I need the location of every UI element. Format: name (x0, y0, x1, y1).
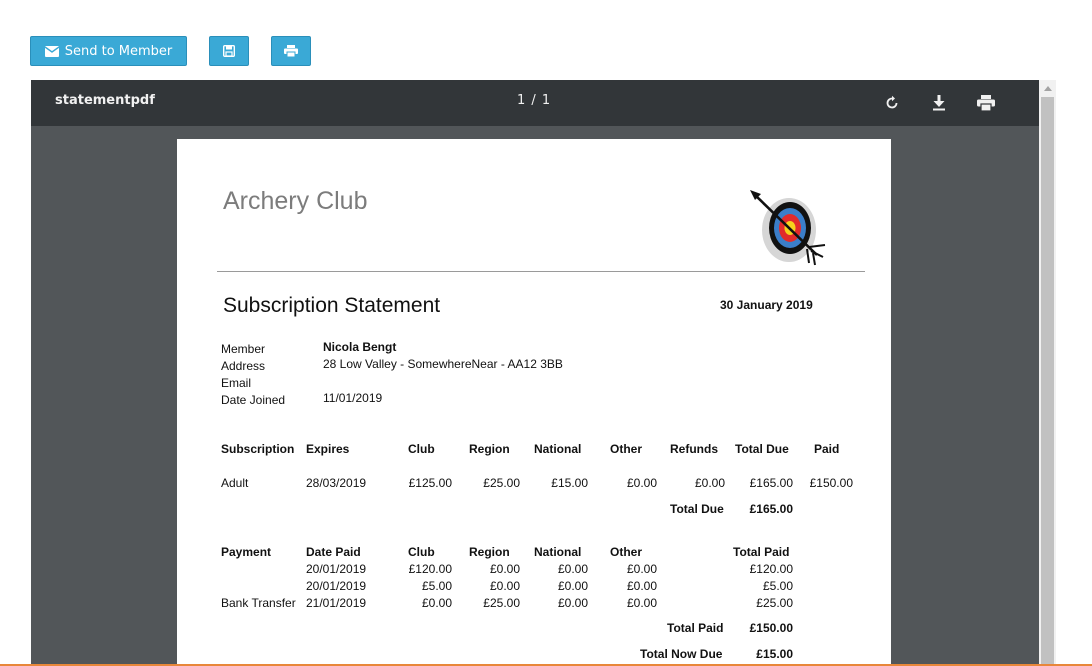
sub-header-other: Other (610, 442, 643, 456)
pay-cell-region: £25.00 (483, 596, 520, 610)
archery-target-logo-icon (747, 187, 829, 267)
statement-title: Subscription Statement (223, 294, 441, 317)
rotate-icon[interactable] (881, 92, 903, 114)
send-to-member-button[interactable]: Send to Member (30, 36, 187, 66)
sub-header-expires: Expires (306, 442, 350, 456)
scroll-up-arrow-icon[interactable] (1039, 80, 1056, 97)
pay-cell-other: £0.00 (626, 596, 657, 610)
total-now-due-value: £15.00 (756, 647, 793, 661)
pay-cell-date: 21/01/2019 (306, 596, 367, 610)
pay-cell-other: £0.00 (626, 562, 657, 576)
pay-header-other: Other (610, 545, 643, 559)
save-button[interactable] (209, 36, 249, 66)
pay-header-payment: Payment (221, 545, 272, 559)
sub-header-paid: Paid (814, 442, 840, 456)
pay-cell-other: £0.00 (626, 579, 657, 593)
pay-cell-club: £5.00 (421, 579, 452, 593)
member-label: Member (221, 342, 266, 356)
total-now-due-label: Total Now Due (640, 647, 723, 661)
total-paid-value: £150.00 (749, 621, 793, 635)
pay-header-national: National (534, 545, 582, 559)
pay-header-date-paid: Date Paid (306, 545, 361, 559)
statement-date: 30 January 2019 (720, 298, 813, 312)
date-joined-label: Date Joined (221, 393, 286, 407)
pdf-title: statementpdf (55, 93, 155, 108)
club-name: Archery Club (223, 187, 368, 215)
sub-cell-other: £0.00 (626, 476, 657, 490)
pay-cell-total: £120.00 (749, 562, 793, 576)
app-root: Send to Member statementpdf 1 / 1 Archer… (0, 0, 1092, 666)
printer-icon[interactable] (975, 92, 997, 114)
pay-cell-national: £0.00 (557, 579, 588, 593)
pay-cell-total: £25.00 (756, 596, 793, 610)
sub-cell-refunds: £0.00 (694, 476, 725, 490)
sub-cell-national: £15.00 (551, 476, 588, 490)
address-label: Address (221, 359, 266, 373)
sub-cell-expires: 28/03/2019 (306, 476, 367, 490)
sub-header-total-due: Total Due (735, 442, 789, 456)
pay-cell-club: £120.00 (408, 562, 452, 576)
page-indicator: 1 / 1 (517, 93, 552, 108)
sub-cell-paid: £150.00 (809, 476, 853, 490)
printer-icon (284, 45, 298, 57)
sub-header-club: Club (408, 442, 435, 456)
pay-cell-date: 20/01/2019 (306, 562, 367, 576)
sub-cell-club: £125.00 (408, 476, 452, 490)
pay-cell-total: £5.00 (762, 579, 793, 593)
scrollbar-thumb[interactable] (1041, 97, 1054, 666)
pay-cell-region: £0.00 (489, 579, 520, 593)
pay-cell-date: 20/01/2019 (306, 579, 367, 593)
email-label: Email (221, 376, 252, 390)
pdf-viewer: statementpdf 1 / 1 Archery Club Subscrip… (31, 80, 1039, 666)
member-date-joined: 11/01/2019 (323, 391, 383, 405)
pay-cell-region: £0.00 (489, 562, 520, 576)
sub-cell-region: £25.00 (483, 476, 520, 490)
sub-header-subscription: Subscription (221, 442, 295, 456)
pay-cell-method: Bank Transfer (221, 596, 296, 610)
floppy-disk-icon (223, 45, 235, 57)
header-divider (217, 271, 865, 272)
download-icon[interactable] (928, 92, 950, 114)
sub-header-refunds: Refunds (670, 442, 718, 456)
total-due-value: £165.00 (749, 502, 793, 516)
pay-header-total-paid: Total Paid (733, 545, 790, 559)
total-paid-label: Total Paid (667, 621, 724, 635)
pay-cell-national: £0.00 (557, 596, 588, 610)
sub-header-region: Region (469, 442, 510, 456)
member-name: Nicola Bengt (323, 340, 397, 354)
pdf-toolbar: statementpdf 1 / 1 (31, 80, 1039, 126)
member-address: 28 Low Valley - SomewhereNear - AA12 3BB (323, 357, 563, 371)
pay-header-club: Club (408, 545, 435, 559)
sub-cell-type: Adult (221, 476, 249, 490)
envelope-icon (44, 45, 59, 57)
pdf-page: Archery Club Subscription Statement 30 J… (177, 139, 891, 666)
print-button[interactable] (271, 36, 311, 66)
pay-cell-club: £0.00 (421, 596, 452, 610)
send-to-member-label: Send to Member (64, 43, 173, 59)
sub-cell-total-due: £165.00 (749, 476, 793, 490)
viewer-scrollbar[interactable] (1039, 80, 1056, 666)
pay-cell-national: £0.00 (557, 562, 588, 576)
sub-header-national: National (534, 442, 582, 456)
total-due-label: Total Due (670, 502, 724, 516)
pay-header-region: Region (469, 545, 510, 559)
